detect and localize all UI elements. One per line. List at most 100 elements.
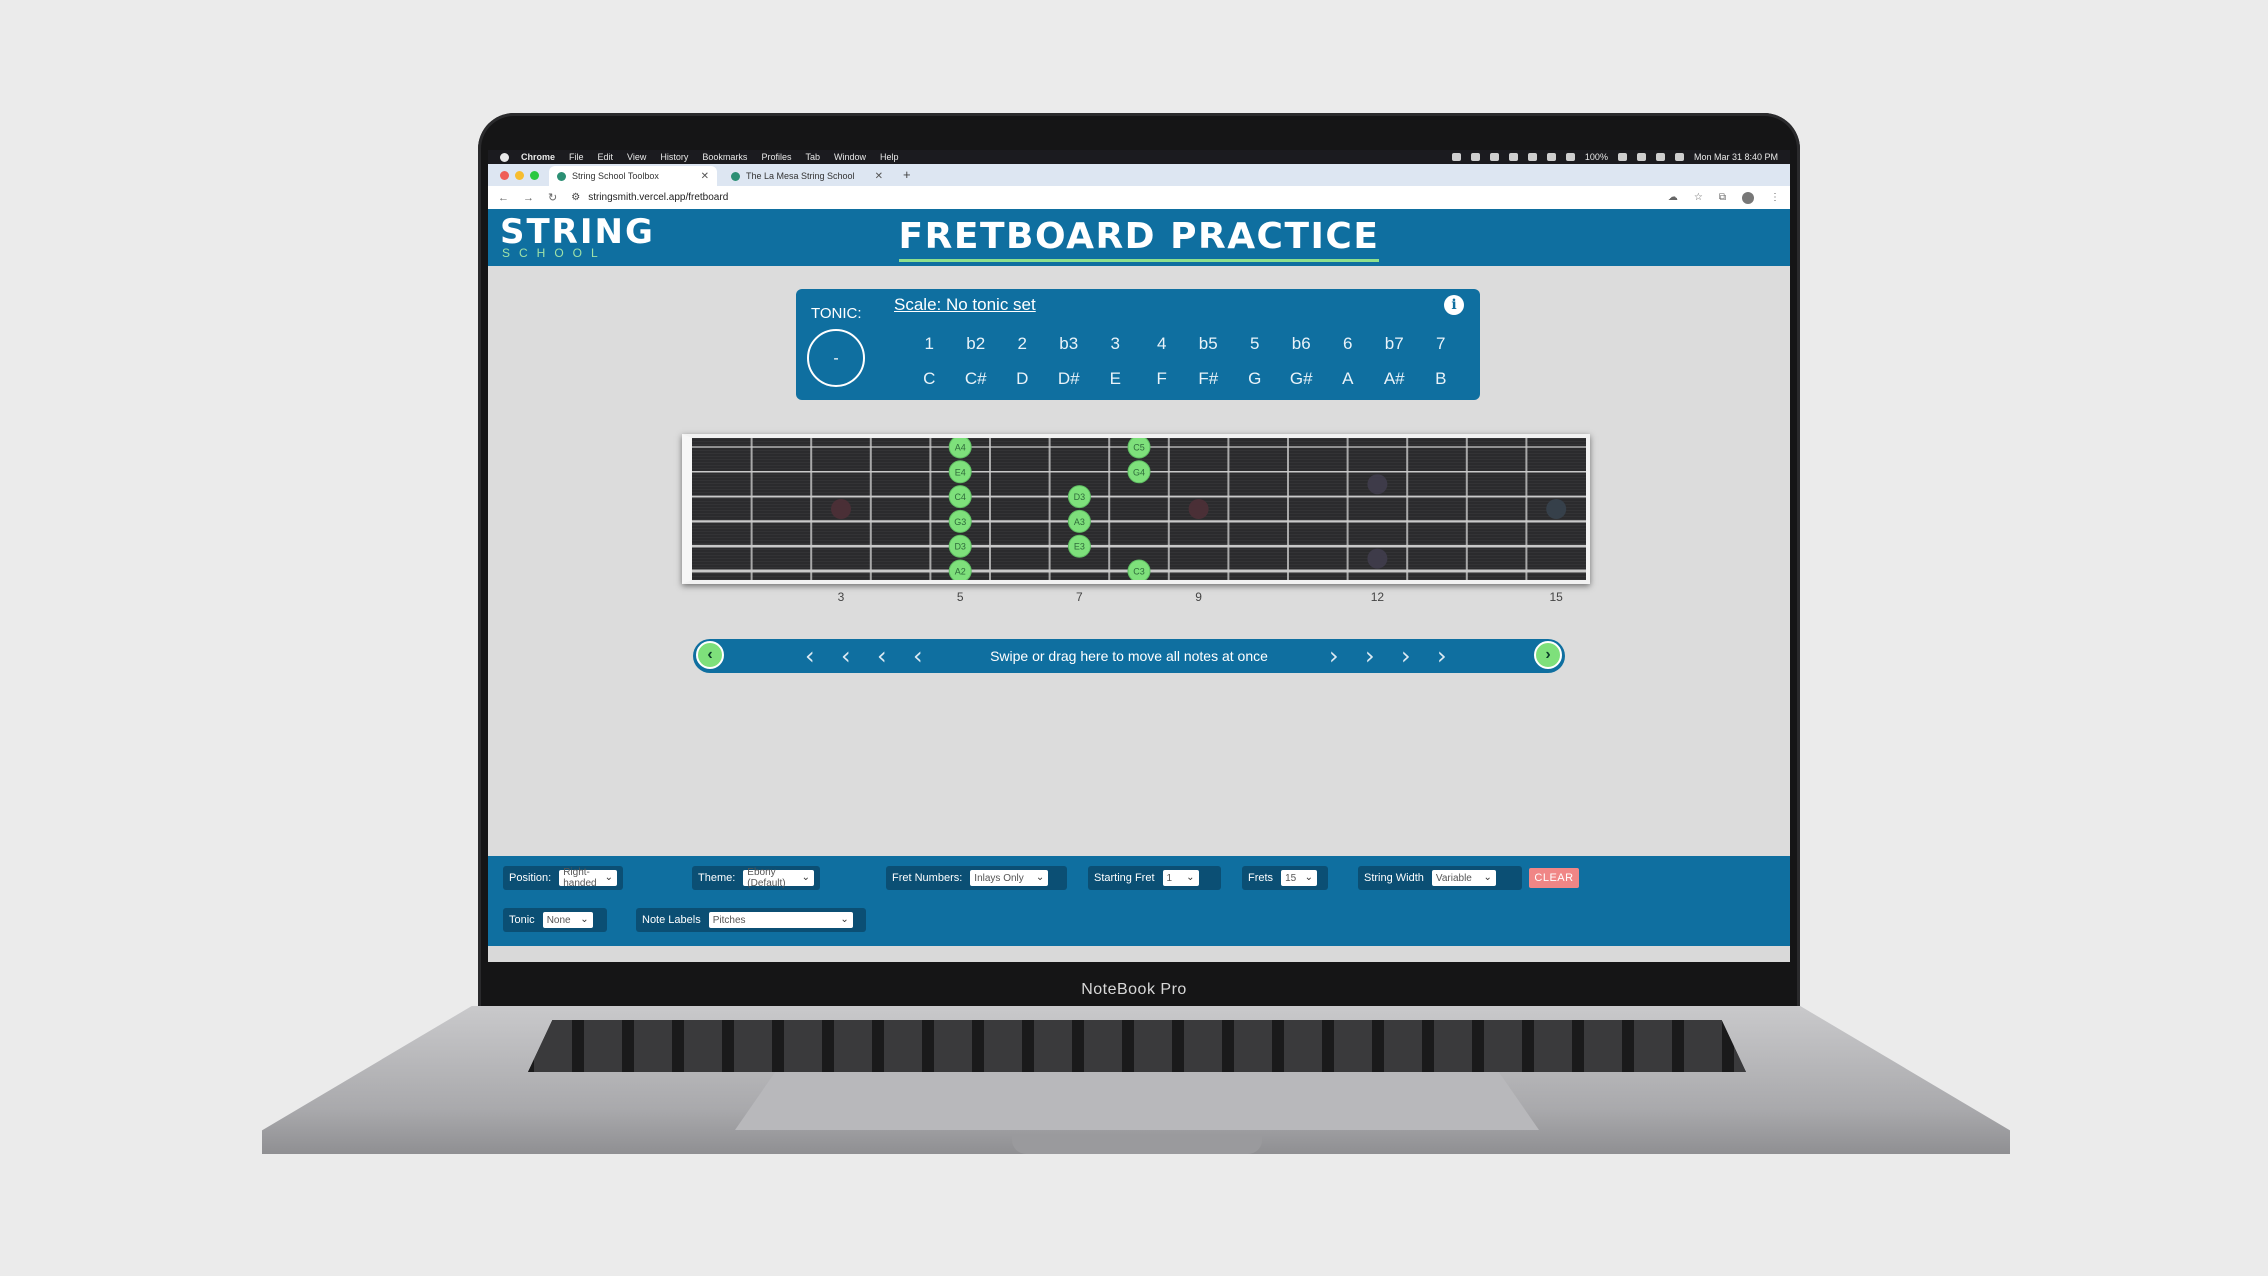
scale-degree[interactable]: 5	[1232, 334, 1279, 354]
note-marker-label: E3	[1074, 542, 1085, 552]
scale-note[interactable]: G	[1232, 369, 1279, 389]
string-width-select[interactable]: Variable	[1431, 870, 1496, 886]
scale-note[interactable]: A	[1325, 369, 1372, 389]
position-control: Position: Right-handed	[503, 866, 623, 890]
status-icon[interactable]	[1489, 153, 1499, 161]
scale-degree[interactable]: b7	[1371, 334, 1418, 354]
status-icon[interactable]	[1565, 153, 1575, 161]
browser-tab[interactable]: The La Mesa String School ✕	[723, 166, 891, 186]
scale-degree[interactable]: b3	[1046, 334, 1093, 354]
minimize-window-button[interactable]	[515, 171, 524, 180]
scale-note[interactable]: F#	[1185, 369, 1232, 389]
menu-edit[interactable]: Edit	[598, 152, 614, 162]
back-icon[interactable]: ←	[498, 192, 509, 204]
fretboard[interactable]: A4 E4 C4 G3 D3 A2 D3 A3 E3 C5 G4 C3	[682, 434, 1590, 584]
browser-tab-active[interactable]: String School Toolbox ✕	[549, 166, 717, 186]
status-icon[interactable]	[1508, 153, 1518, 161]
scale-note[interactable]: D#	[1046, 369, 1093, 389]
install-app-icon[interactable]: ☁	[1668, 192, 1678, 203]
info-icon[interactable]: i	[1444, 295, 1464, 315]
menu-view[interactable]: View	[627, 152, 646, 162]
status-icon[interactable]	[1546, 153, 1556, 161]
starting-fret-control: Starting Fret 1	[1088, 866, 1221, 890]
battery-icon[interactable]	[1617, 153, 1627, 161]
frets-label: Frets	[1248, 872, 1274, 884]
tab-title: The La Mesa String School	[746, 171, 855, 181]
browser-menu-icon[interactable]: ⋮	[1770, 192, 1780, 203]
tonic-select[interactable]: None	[542, 912, 593, 928]
address-bar[interactable]: stringsmith.vercel.app/fretboard	[588, 192, 728, 203]
scale-note[interactable]: C	[906, 369, 953, 389]
main-content: TONIC: - Scale: No tonic set i 1 b2 2 b3 3 4 b…	[488, 266, 1790, 856]
wifi-icon[interactable]	[1636, 153, 1646, 161]
laptop-keyboard	[528, 1020, 1746, 1072]
theme-label: Theme:	[698, 872, 736, 884]
frets-select[interactable]: 15	[1281, 870, 1318, 886]
fret-numbers-select[interactable]: Inlays Only	[970, 870, 1049, 886]
menu-bookmarks[interactable]: Bookmarks	[702, 152, 747, 162]
scale-note[interactable]: C#	[953, 369, 1000, 389]
tonic-selector[interactable]: -	[807, 329, 865, 387]
fret-inlay	[1546, 499, 1567, 519]
profile-avatar[interactable]	[1742, 191, 1754, 204]
string-width-control: String Width Variable	[1358, 866, 1522, 890]
browser-tools: ☁ ☆ ⧉ ⋮	[1668, 191, 1780, 204]
string-width-label: String Width	[1364, 872, 1424, 884]
status-icon[interactable]	[1527, 153, 1537, 161]
status-icon[interactable]	[1451, 153, 1461, 161]
close-window-button[interactable]	[500, 171, 509, 180]
position-select[interactable]: Right-handed	[559, 867, 617, 889]
scale-note[interactable]: G#	[1278, 369, 1325, 389]
forward-icon[interactable]: →	[523, 192, 534, 204]
theme-select[interactable]: Ebony (Default)	[743, 867, 814, 889]
apple-icon[interactable]	[500, 152, 509, 162]
scale-note[interactable]: F	[1139, 369, 1186, 389]
menu-help[interactable]: Help	[880, 152, 899, 162]
scale-degree[interactable]: b6	[1278, 334, 1325, 354]
scale-degree[interactable]: 2	[999, 334, 1046, 354]
menu-chrome[interactable]: Chrome	[521, 152, 555, 162]
note-labels-label: Note Labels	[642, 914, 701, 926]
scale-note[interactable]: E	[1092, 369, 1139, 389]
scale-degree[interactable]: 3	[1092, 334, 1139, 354]
bookmark-star-icon[interactable]: ☆	[1694, 192, 1703, 203]
menu-history[interactable]: History	[660, 152, 688, 162]
scale-note[interactable]: B	[1418, 369, 1465, 389]
menubar-clock[interactable]: Mon Mar 31 8:40 PM	[1694, 152, 1778, 162]
close-tab-icon[interactable]: ✕	[701, 171, 709, 182]
scale-degree[interactable]: b5	[1185, 334, 1232, 354]
scale-link[interactable]: Scale: No tonic set	[894, 295, 1036, 315]
chevron-right-icon: ›	[1401, 642, 1411, 670]
laptop-screen: Chrome File Edit View History Bookmarks …	[488, 150, 1790, 962]
scale-degree[interactable]: 1	[906, 334, 953, 354]
chevron-right-icon: ›	[1329, 642, 1339, 670]
menu-tab[interactable]: Tab	[805, 152, 820, 162]
site-settings-icon[interactable]: ⚙	[571, 192, 580, 203]
search-icon[interactable]	[1655, 153, 1665, 161]
menu-profiles[interactable]: Profiles	[761, 152, 791, 162]
swipe-bar[interactable]: ‹ ‹ ‹ ‹ ‹ Swipe or drag here to move all…	[693, 639, 1565, 673]
fret-number: 3	[837, 590, 845, 604]
reload-icon[interactable]: ↻	[548, 191, 557, 204]
new-tab-button[interactable]: +	[897, 167, 917, 186]
page-title: FRETBOARD PRACTICE	[898, 216, 1380, 262]
scale-degree[interactable]: 4	[1139, 334, 1186, 354]
scale-degree[interactable]: 7	[1418, 334, 1465, 354]
fret-number: 15	[1549, 590, 1563, 604]
control-center-icon[interactable]	[1674, 153, 1684, 161]
status-icon[interactable]	[1470, 153, 1480, 161]
clear-button[interactable]: CLEAR	[1529, 868, 1579, 888]
scale-note[interactable]: D	[999, 369, 1046, 389]
menu-file[interactable]: File	[569, 152, 584, 162]
close-tab-icon[interactable]: ✕	[875, 171, 883, 182]
zoom-window-button[interactable]	[530, 171, 539, 180]
menu-window[interactable]: Window	[834, 152, 866, 162]
laptop-trackpad	[735, 1072, 1539, 1130]
scale-note[interactable]: A#	[1371, 369, 1418, 389]
scale-degree[interactable]: b2	[953, 334, 1000, 354]
note-labels-select[interactable]: Pitches	[708, 912, 853, 928]
extensions-icon[interactable]: ⧉	[1719, 192, 1726, 203]
shift-right-button[interactable]: ›	[1534, 641, 1562, 669]
starting-fret-select[interactable]: 1	[1162, 870, 1199, 886]
scale-degree[interactable]: 6	[1325, 334, 1372, 354]
